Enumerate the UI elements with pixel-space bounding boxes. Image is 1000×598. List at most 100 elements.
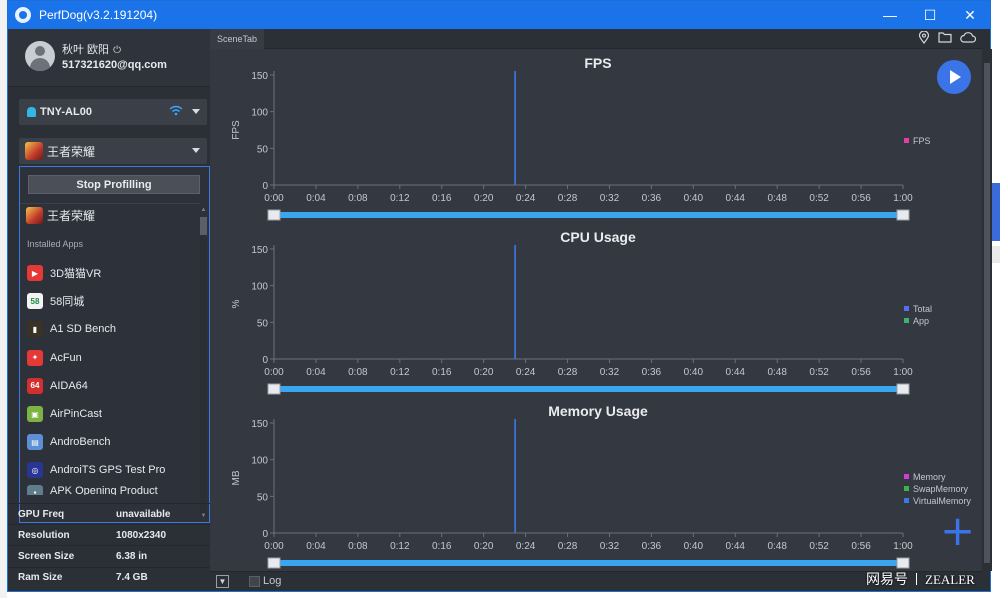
folder-icon[interactable] xyxy=(938,31,952,47)
x-tick-label: 0:36 xyxy=(642,367,662,378)
list-item[interactable]: ◎ AndroiTS GPS Test Pro xyxy=(20,456,200,484)
chart-title: CPU Usage xyxy=(560,229,636,245)
app-name: AIDA64 xyxy=(50,379,88,392)
x-tick-label: 0:00 xyxy=(264,367,284,378)
x-tick-label: 0:08 xyxy=(348,193,368,204)
wifi-icon xyxy=(169,105,183,119)
dropdown-scroll-thumb[interactable] xyxy=(200,217,207,235)
acfun-icon: ✦ xyxy=(27,349,43,366)
x-tick-label: 0:44 xyxy=(726,193,746,204)
desktop-background-block-2 xyxy=(991,246,1000,263)
list-item[interactable]: ▪ APK Opening Product xyxy=(20,484,200,495)
range-slider-start-handle[interactable] xyxy=(267,209,281,221)
range-slider-start-handle[interactable] xyxy=(267,557,281,569)
legend-swatch xyxy=(904,486,909,491)
x-tick-label: 0:04 xyxy=(306,193,326,204)
list-item[interactable]: 58 58同城 xyxy=(20,287,200,315)
x-tick-label: 0:56 xyxy=(851,367,871,378)
performance-charts: FPSFPS1501005000:00 0:04 0:08 0:12 0:16 0:20 0… xyxy=(231,55,971,569)
x-tick-label: 0:16 xyxy=(432,541,452,552)
scroll-up-icon[interactable]: ▲ xyxy=(200,207,207,215)
cloud-icon[interactable] xyxy=(960,31,977,47)
58-app-icon: 58 xyxy=(27,293,43,310)
device-select[interactable]: TNY-AL00 xyxy=(19,99,207,125)
x-tick-label: 0:12 xyxy=(390,541,410,552)
range-slider-start-handle[interactable] xyxy=(267,383,281,395)
range-slider-track xyxy=(274,386,903,392)
app-name: AndroiTS GPS Test Pro xyxy=(50,464,166,477)
y-axis-label: % xyxy=(231,299,242,308)
x-tick-label: 0:52 xyxy=(809,367,829,378)
x-tick-label: 0:40 xyxy=(684,367,704,378)
device-name: TNY-AL00 xyxy=(40,106,92,118)
x-tick-label: 1:00 xyxy=(893,193,913,204)
app-name: AndroBench xyxy=(50,436,111,449)
y-tick-label: 150 xyxy=(251,245,268,256)
info-key: Resolution xyxy=(18,529,70,541)
x-tick-label: 0:28 xyxy=(558,367,578,378)
tab-scene[interactable]: SceneTab xyxy=(210,29,265,49)
x-tick-label: 0:36 xyxy=(642,193,662,204)
collapse-toggle-icon[interactable]: ▼ xyxy=(216,575,229,588)
dropdown-scrollbar[interactable] xyxy=(200,217,207,517)
x-tick-label: 0:40 xyxy=(684,193,704,204)
x-tick-label: 0:04 xyxy=(306,367,326,378)
user-area: 秋叶 欧阳 ⏻ 517321620@qq.com xyxy=(8,29,216,87)
app-select[interactable]: 王者荣耀 xyxy=(19,138,207,164)
desktop-background-block xyxy=(991,183,1000,241)
list-item[interactable]: ▶ 3D猫猫VR xyxy=(20,259,200,287)
location-icon[interactable] xyxy=(918,30,930,47)
x-tick-label: 0:32 xyxy=(600,193,620,204)
range-slider-end-handle[interactable] xyxy=(896,557,910,569)
logout-icon[interactable]: ⏻ xyxy=(113,45,121,56)
play-button[interactable] xyxy=(937,60,971,94)
x-tick-label: 0:24 xyxy=(516,367,536,378)
x-tick-label: 0:00 xyxy=(264,541,284,552)
list-item[interactable]: ▣ AirPinCast xyxy=(20,400,200,428)
avatar[interactable] xyxy=(25,41,55,71)
app-name: AcFun xyxy=(50,351,82,364)
x-tick-label: 0:56 xyxy=(851,541,871,552)
perfdog-window: PerfDog(v3.2.191204) — ☐ ✕ 秋叶 欧阳 ⏻ 517321… xyxy=(7,0,992,592)
app-dropdown: Stop Profilling 王者荣耀 Installed Apps ▶ 3D猫… xyxy=(19,166,210,523)
app-name: 58同城 xyxy=(50,296,85,309)
perfdog-logo-icon xyxy=(15,7,31,23)
app-name: 3D猫猫VR xyxy=(50,268,102,281)
range-slider-end-handle[interactable] xyxy=(896,383,910,395)
list-item[interactable]: ✦ AcFun xyxy=(20,344,200,372)
info-key: Ram Size xyxy=(18,572,63,584)
list-item[interactable]: 64 AIDA64 xyxy=(20,372,200,400)
x-tick-label: 0:04 xyxy=(306,541,326,552)
current-app-item[interactable]: 王者荣耀 xyxy=(26,207,95,224)
app-name: AirPinCast xyxy=(50,408,102,421)
add-chart-button[interactable]: + xyxy=(940,510,975,552)
range-slider-track xyxy=(274,212,903,218)
x-tick-label: 0:44 xyxy=(726,367,746,378)
info-value: 6.38 in xyxy=(116,550,148,562)
game-app-icon xyxy=(26,207,43,224)
maximize-button[interactable]: ☐ xyxy=(910,1,950,29)
charts-scrollbar[interactable] xyxy=(982,49,992,571)
charts-scroll-thumb[interactable] xyxy=(984,63,990,563)
watermark-divider xyxy=(916,573,917,585)
aida64-icon: 64 xyxy=(27,377,43,394)
close-button[interactable]: ✕ xyxy=(950,1,990,29)
x-tick-label: 0:08 xyxy=(348,541,368,552)
minimize-button[interactable]: — xyxy=(870,1,910,29)
stop-profiling-button[interactable]: Stop Profilling xyxy=(28,175,200,194)
log-checkbox[interactable] xyxy=(249,576,260,587)
y-axis-label: MB xyxy=(231,470,242,485)
info-value: 1080x2340 xyxy=(116,529,167,541)
x-tick-label: 0:28 xyxy=(558,193,578,204)
legend-swatch xyxy=(904,318,909,323)
y-tick-label: 150 xyxy=(251,419,268,430)
androbench-icon: ▤ xyxy=(27,434,43,451)
x-tick-label: 0:24 xyxy=(516,193,536,204)
x-tick-label: 0:32 xyxy=(600,541,620,552)
title-bar[interactable]: PerfDog(v3.2.191204) — ☐ ✕ xyxy=(8,1,990,29)
range-slider-end-handle[interactable] xyxy=(896,209,910,221)
legend-label: FPS xyxy=(913,136,931,146)
y-tick-label: 0 xyxy=(262,355,268,366)
list-item[interactable]: ▮ A1 SD Bench xyxy=(20,315,200,343)
list-item[interactable]: ▤ AndroBench xyxy=(20,428,200,456)
